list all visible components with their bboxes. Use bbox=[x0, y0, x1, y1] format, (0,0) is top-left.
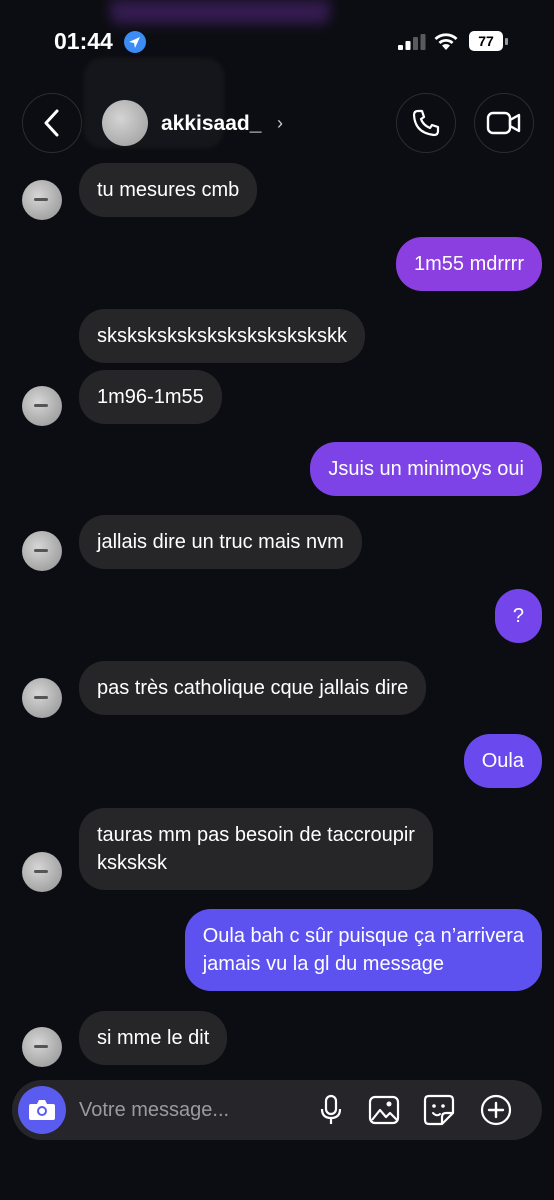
contact-username[interactable]: akkisaad_ bbox=[161, 112, 261, 136]
battery-level: 77 bbox=[469, 31, 503, 51]
received-message-bubble[interactable]: tu mesures cmb bbox=[79, 163, 258, 217]
message-text: jallais dire un truc mais nvm bbox=[97, 531, 344, 553]
sender-avatar[interactable] bbox=[22, 180, 62, 220]
message-input[interactable] bbox=[79, 1096, 309, 1124]
phone-icon bbox=[412, 109, 440, 137]
battery-indicator: 77 bbox=[469, 31, 509, 51]
sent-message-bubble[interactable]: Jsuis un minimoys oui bbox=[310, 442, 542, 496]
sent-message-bubble[interactable]: ? bbox=[494, 589, 542, 643]
image-icon bbox=[368, 1095, 400, 1125]
video-call-button[interactable] bbox=[474, 93, 534, 153]
wifi-icon bbox=[434, 33, 458, 50]
contact-avatar[interactable] bbox=[102, 100, 148, 146]
sender-avatar[interactable] bbox=[22, 678, 62, 718]
sender-avatar[interactable] bbox=[22, 1027, 62, 1067]
chevron-left-icon bbox=[44, 109, 59, 137]
message-text: skskskskskskskskskskskskk bbox=[97, 325, 347, 347]
chat-header: akkisaad_ › bbox=[0, 88, 554, 158]
message-text: ksksksk bbox=[97, 852, 167, 874]
voice-call-button[interactable] bbox=[396, 93, 456, 153]
sent-message-bubble[interactable]: Oula bah c sûr puisque ça n’arrivera jama… bbox=[184, 909, 542, 991]
message-text: Oula bah c sûr puisque ça n’arrivera bbox=[202, 925, 524, 947]
microphone-button[interactable] bbox=[315, 1094, 347, 1126]
sender-avatar[interactable] bbox=[22, 531, 62, 571]
received-message-bubble[interactable]: 1m96-1m55 bbox=[79, 370, 222, 424]
message-text: 1m96-1m55 bbox=[97, 386, 204, 408]
back-button[interactable] bbox=[22, 93, 82, 153]
received-message-bubble[interactable]: pas très catholique cque jallais dire bbox=[79, 661, 427, 715]
message-text: si mme le dit bbox=[97, 1027, 210, 1049]
battery-tip bbox=[505, 38, 508, 45]
gallery-button[interactable] bbox=[368, 1094, 400, 1126]
received-message-bubble[interactable]: skskskskskskskskskskskskk bbox=[79, 309, 365, 363]
sent-message-bubble[interactable]: Oula bbox=[463, 734, 542, 788]
message-composer bbox=[12, 1080, 542, 1140]
message-text: tauras mm pas besoin de taccroupir bbox=[97, 824, 415, 846]
message-text: jamais vu la gl du message bbox=[202, 953, 444, 975]
location-arrow-icon bbox=[124, 31, 146, 53]
message-text: 1m55 mdrrrr bbox=[413, 253, 524, 275]
cellular-signal-icon bbox=[398, 34, 426, 50]
add-button[interactable] bbox=[480, 1094, 512, 1126]
received-message-bubble[interactable]: jallais dire un truc mais nvm bbox=[79, 515, 362, 569]
microphone-icon bbox=[320, 1094, 342, 1124]
status-bar: 01:44 77 bbox=[0, 0, 554, 84]
message-text: ? bbox=[512, 605, 524, 627]
sticker-icon bbox=[423, 1094, 455, 1126]
message-text: Jsuis un minimoys oui bbox=[328, 458, 524, 480]
chevron-right-icon: › bbox=[277, 113, 283, 133]
received-message-bubble[interactable]: tauras mm pas besoin de taccroupir ksksks… bbox=[79, 808, 433, 890]
video-camera-icon bbox=[486, 111, 521, 135]
status-time: 01:44 bbox=[54, 28, 113, 54]
received-message-bubble[interactable]: si mme le dit bbox=[79, 1011, 228, 1065]
sent-message-bubble[interactable]: 1m55 mdrrrr bbox=[395, 237, 542, 291]
sender-avatar[interactable] bbox=[22, 852, 62, 892]
message-text: Oula bbox=[481, 750, 524, 772]
plus-circle-icon bbox=[480, 1094, 512, 1126]
sender-avatar[interactable] bbox=[22, 386, 62, 426]
message-text: pas très catholique cque jallais dire bbox=[97, 677, 409, 699]
camera-button[interactable] bbox=[18, 1086, 66, 1134]
message-text: tu mesures cmb bbox=[97, 179, 240, 201]
camera-icon bbox=[29, 1100, 55, 1120]
sticker-button[interactable] bbox=[423, 1094, 455, 1126]
